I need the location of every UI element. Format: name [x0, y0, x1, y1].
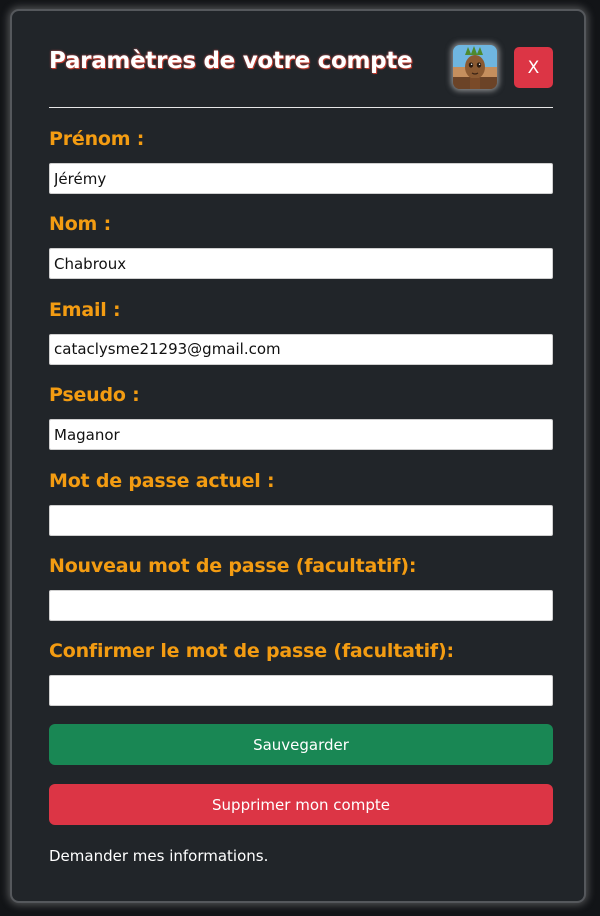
current-password-label: Mot de passe actuel :: [49, 469, 275, 492]
delete-account-button[interactable]: Supprimer mon compte: [49, 784, 553, 825]
avatar: [453, 45, 497, 89]
groot-avatar-icon: [453, 45, 497, 89]
email-input[interactable]: [49, 333, 553, 365]
field-new-password: Nouveau mot de passe (facultatif):: [49, 554, 553, 639]
field-confirm-password: Confirmer le mot de passe (facultatif):: [49, 639, 553, 724]
field-first-name: Prénom :: [49, 127, 553, 212]
email-label: Email :: [49, 298, 121, 321]
current-password-input[interactable]: [49, 504, 553, 536]
confirm-password-label: Confirmer le mot de passe (facultatif):: [49, 640, 454, 663]
request-info-link[interactable]: Demander mes informations.: [49, 847, 268, 865]
first-name-input[interactable]: [49, 163, 553, 194]
modal-title: Paramètres de votre compte: [49, 48, 413, 74]
last-name-input[interactable]: [49, 248, 553, 280]
new-password-label: Nouveau mot de passe (facultatif):: [49, 554, 417, 577]
first-name-label: Prénom :: [49, 128, 145, 150]
last-name-label: Nom :: [49, 213, 111, 236]
account-settings-modal: Paramètres de votre compte X Prénom : Jé…: [10, 9, 586, 903]
account-form: Prénom : Nom : Email : Pseudo : Mot de p…: [49, 127, 553, 725]
new-password-input[interactable]: [49, 589, 553, 621]
field-username: Pseudo :: [49, 383, 553, 468]
close-button[interactable]: X: [514, 47, 553, 88]
save-button[interactable]: Sauvegarder: [49, 724, 553, 765]
field-last-name: Nom :: [49, 212, 553, 297]
modal-header: Paramètres de votre compte X: [49, 41, 553, 108]
username-label: Pseudo :: [49, 384, 140, 407]
confirm-password-input[interactable]: [49, 675, 553, 707]
field-current-password: Mot de passe actuel :: [49, 469, 553, 554]
username-input[interactable]: [49, 419, 553, 451]
field-email: Email :: [49, 298, 553, 383]
